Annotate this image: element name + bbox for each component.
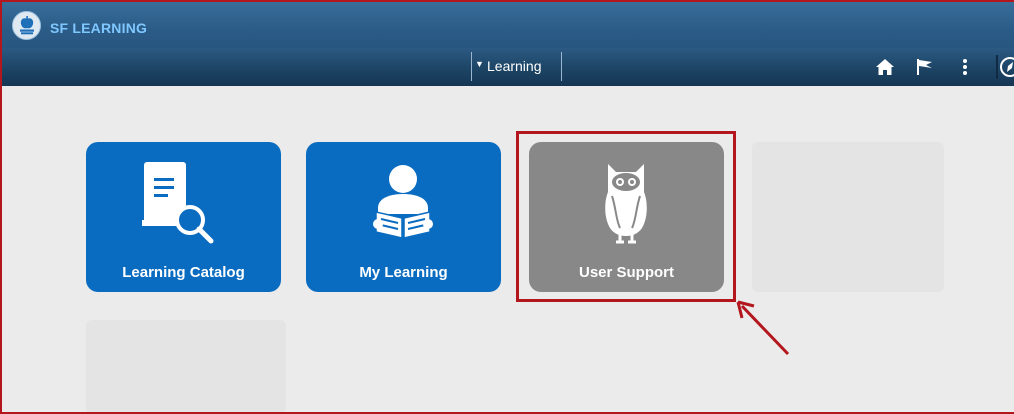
app-title: SF LEARNING (50, 20, 148, 36)
book-search-icon (142, 162, 214, 244)
app-header: SF LEARNING (0, 0, 1014, 48)
more-vertical-icon[interactable] (961, 58, 969, 76)
flag-icon[interactable] (916, 58, 934, 76)
navigation-dropdown-label: Learning (487, 58, 542, 74)
highlight-box (516, 131, 736, 302)
apple-books-icon[interactable] (12, 11, 41, 40)
compass-icon[interactable] (996, 55, 1014, 79)
reader-icon (373, 165, 433, 239)
faded-tile (86, 320, 286, 414)
caret-down-icon: ▼ (475, 59, 484, 69)
tile-my-learning[interactable]: My Learning (306, 142, 501, 292)
tile-label: Learning Catalog (122, 264, 245, 281)
tile-label: My Learning (359, 264, 448, 281)
annotation-arrow-icon (736, 300, 790, 356)
faded-tile (752, 142, 944, 292)
tile-learning-catalog[interactable]: Learning Catalog (86, 142, 281, 292)
navigation-dropdown[interactable]: ▼ Learning (471, 52, 562, 81)
home-icon[interactable] (875, 58, 895, 76)
